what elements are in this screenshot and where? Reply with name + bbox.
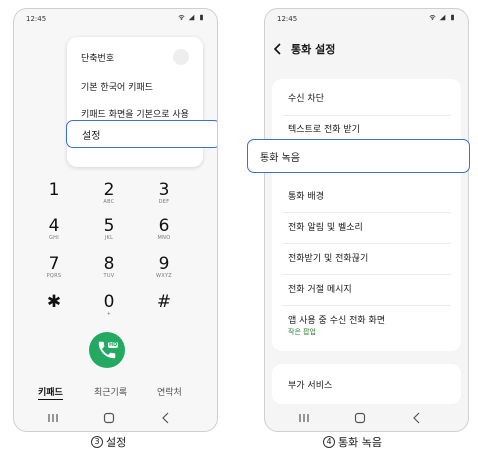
navigation-bar [14, 411, 217, 425]
key-letters: DEF [158, 199, 170, 205]
setting-call-recording[interactable]: 통화 녹음 [247, 139, 470, 173]
signal-icon [439, 14, 446, 21]
key-digit: # [156, 292, 172, 312]
dialer-screen: 12:45 단축번호 기본 한국어 키패드 키패드 화면을 기본으로 사용 설정… [13, 8, 218, 432]
setting-supplementary[interactable]: 부가 서비스 [288, 378, 332, 391]
key-letters: + [106, 311, 112, 317]
caption-left: 3 설정 [91, 434, 126, 450]
status-bar: 12:45 [277, 13, 456, 27]
key-5[interactable]: 5 JKL [89, 217, 129, 241]
menu-item-speed-dial[interactable]: 단축번호 [81, 51, 114, 64]
more-options-icon[interactable] [173, 49, 189, 65]
settings-label: 설정 [82, 131, 101, 142]
key-letters: MNO [157, 235, 171, 241]
key-digit: 7 [48, 254, 60, 274]
key-letters: ABC [103, 199, 115, 205]
caption-text: 설정 [106, 436, 127, 449]
step-number: 3 [91, 436, 103, 448]
tab-keypad[interactable]: 키패드 [38, 385, 63, 400]
key-2[interactable]: 2 ABC [89, 181, 129, 205]
key-digit: 0 [103, 292, 115, 312]
hd-badge: HD [108, 342, 119, 348]
menu-item-korean-keypad[interactable]: 기본 한국어 키패드 [81, 80, 153, 93]
key-4[interactable]: 4 GHI [34, 217, 74, 241]
setting-incoming-display[interactable]: 앱 사용 중 수신 전화 화면 [288, 313, 385, 326]
key-letters: TUV [103, 273, 115, 279]
setting-answer-end[interactable]: 전화받기 및 전화끊기 [288, 251, 368, 264]
signal-icon [188, 14, 195, 21]
key-0[interactable]: 0 + [89, 293, 129, 317]
recent-apps-icon[interactable] [46, 411, 60, 425]
key-star[interactable]: ✱ [34, 293, 74, 311]
wifi-icon [178, 15, 185, 21]
divider [282, 115, 451, 116]
key-digit: 8 [103, 254, 115, 274]
setting-text-reply[interactable]: 텍스트로 전화 받기 [288, 122, 360, 135]
key-digit: 1 [48, 180, 60, 200]
key-digit: 6 [158, 216, 170, 236]
setting-reject-messages[interactable]: 전화 거절 메시지 [288, 282, 352, 295]
setting-block-calls[interactable]: 수신 차단 [288, 91, 324, 104]
status-bar: 12:45 [26, 13, 205, 27]
settings-card-extra: 부가 서비스 [272, 364, 461, 404]
setting-ringtone[interactable]: 전화 알림 및 벨소리 [288, 220, 363, 233]
divider [282, 212, 451, 213]
caption-right: 4 통화 녹음 [323, 434, 382, 450]
caption-text: 통화 녹음 [338, 436, 382, 449]
key-digit: 9 [158, 254, 170, 274]
menu-item-settings[interactable]: 설정 [66, 120, 217, 148]
home-icon[interactable] [353, 411, 367, 425]
page-title: 통화 설정 [291, 43, 336, 56]
key-digit: 2 [103, 180, 115, 200]
battery-icon [451, 14, 454, 21]
home-icon[interactable] [102, 411, 116, 425]
key-letters: JKL [104, 235, 114, 241]
tab-recents[interactable]: 최근기록 [94, 385, 127, 398]
key-letters: GHI [48, 235, 59, 241]
status-time: 12:45 [277, 15, 298, 23]
divider [282, 305, 451, 306]
key-hash[interactable]: # [144, 293, 184, 311]
battery-icon [200, 14, 203, 21]
key-8[interactable]: 8 TUV [89, 255, 129, 279]
navigation-bar [265, 411, 468, 425]
menu-item-keypad-default[interactable]: 키패드 화면을 기본으로 사용 [81, 107, 189, 120]
setting-call-background[interactable]: 통화 배경 [288, 189, 324, 202]
key-digit: 5 [103, 216, 115, 236]
status-time: 12:45 [26, 15, 47, 23]
setting-incoming-display-value: 작은 팝업 [288, 328, 316, 336]
back-icon[interactable] [159, 411, 173, 425]
call-button[interactable]: HD [89, 332, 125, 368]
key-9[interactable]: 9 WXYZ [144, 255, 184, 279]
recent-apps-icon[interactable] [297, 411, 311, 425]
key-digit: ✱ [46, 292, 62, 312]
settings-card: 수신 차단 텍스트로 전화 받기 통화 배경 전화 알림 및 벨소리 전화받기 … [272, 79, 461, 351]
key-3[interactable]: 3 DEF [144, 181, 184, 205]
key-letters: PQRS [46, 273, 62, 279]
call-recording-label: 통화 녹음 [260, 153, 300, 164]
call-settings-screen: 12:45 통화 설정 수신 차단 텍스트로 전화 받기 통화 배경 전화 알림… [264, 8, 469, 432]
tab-contacts[interactable]: 연락처 [157, 385, 182, 398]
step-number: 4 [323, 436, 335, 448]
key-letters: WXYZ [155, 273, 173, 279]
key-1[interactable]: 1 [34, 181, 74, 199]
key-digit: 3 [158, 180, 170, 200]
key-digit: 4 [48, 216, 60, 236]
wifi-icon [429, 15, 436, 21]
page-header: 통화 설정 [273, 41, 335, 57]
divider [282, 243, 451, 244]
divider [282, 274, 451, 275]
key-6[interactable]: 6 MNO [144, 217, 184, 241]
back-icon[interactable] [410, 411, 424, 425]
key-7[interactable]: 7 PQRS [34, 255, 74, 279]
back-arrow-icon[interactable] [273, 43, 283, 55]
